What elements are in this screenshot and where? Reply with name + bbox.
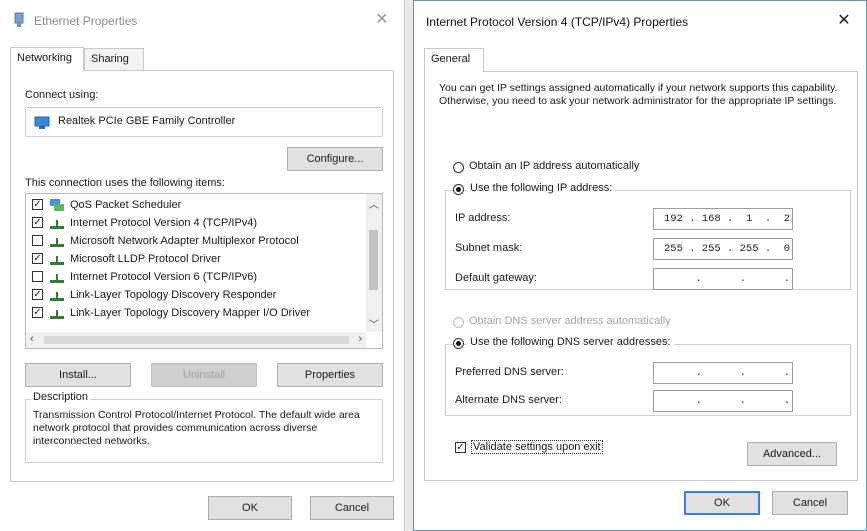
ok-button[interactable]: OK <box>208 496 292 520</box>
ip-address-input[interactable]: 192 . 168 . 1 . 2 <box>653 208 793 230</box>
item-checkbox[interactable]: ✓ <box>32 307 43 318</box>
item-checkbox[interactable] <box>32 271 43 282</box>
chevron-left-icon[interactable]: ‹ <box>30 333 34 345</box>
item-checkbox[interactable]: ✓ <box>32 289 43 300</box>
use-following-ip-label[interactable]: Use the following IP address: <box>467 182 616 194</box>
chevron-up-icon[interactable]: ︿ <box>369 196 379 211</box>
network-scheduler-icon <box>50 199 64 211</box>
alternate-dns-input[interactable]: . . . <box>653 390 793 412</box>
obtain-ip-auto-radio[interactable] <box>453 162 464 173</box>
description-text: Transmission Control Protocol/Internet P… <box>33 409 360 447</box>
ip-address-label: IP address: <box>455 212 511 224</box>
general-tab-panel: You can get IP settings assigned automat… <box>424 71 858 481</box>
validate-label[interactable]: Validate settings upon exit <box>471 440 603 454</box>
dialog-title: Ethernet Properties <box>34 14 138 28</box>
networking-tab-panel: Connect using: Realtek PCIe GBE Family C… <box>10 70 394 482</box>
vertical-scrollbar[interactable]: ︿ ﹀ <box>366 194 382 332</box>
item-checkbox[interactable]: ✓ <box>32 199 43 210</box>
configure-button[interactable]: Configure... <box>287 147 383 171</box>
item-checkbox[interactable]: ✓ <box>32 253 43 264</box>
ethernet-properties-dialog: Ethernet Properties ✕ Networking Sharing… <box>0 0 405 531</box>
item-label: Microsoft Network Adapter Multiplexor Pr… <box>70 235 299 247</box>
validate-checkbox[interactable]: ✓ <box>455 442 466 453</box>
adapter-box: Realtek PCIe GBE Family Controller <box>25 107 383 137</box>
tab-sharing[interactable]: Sharing <box>84 48 144 70</box>
use-following-dns-radio[interactable] <box>453 338 464 349</box>
description-title: Description <box>31 391 91 403</box>
item-label: QoS Packet Scheduler <box>70 199 182 211</box>
preferred-dns-label: Preferred DNS server: <box>455 366 564 378</box>
network-protocol-icon <box>50 220 64 229</box>
alternate-dns-label: Alternate DNS server: <box>455 394 562 406</box>
default-gateway-input[interactable]: . . . <box>653 268 793 290</box>
tab-general[interactable]: General <box>424 48 484 72</box>
close-icon[interactable]: ✕ <box>832 9 856 33</box>
list-item[interactable]: ✓ Link-Layer Topology Discovery Mapper I… <box>32 304 367 322</box>
use-following-dns-label[interactable]: Use the following DNS server addresses: <box>467 336 674 348</box>
cancel-button[interactable]: Cancel <box>310 496 394 520</box>
tab-strip: Networking Sharing <box>10 47 210 71</box>
dialog-title: Internet Protocol Version 4 (TCP/IPv4) P… <box>426 15 689 29</box>
properties-button[interactable]: Properties <box>277 363 383 387</box>
ethernet-properties-titlebar[interactable]: Ethernet Properties ✕ <box>0 0 404 40</box>
uninstall-button[interactable]: Uninstall <box>151 363 257 387</box>
advanced-button[interactable]: Advanced... <box>747 442 837 466</box>
items-label: This connection uses the following items… <box>25 177 225 189</box>
adapter-name: Realtek PCIe GBE Family Controller <box>58 115 236 127</box>
network-protocol-icon <box>50 238 64 247</box>
network-adapter-icon <box>14 12 24 27</box>
use-following-ip-radio[interactable] <box>453 184 464 195</box>
network-protocol-icon <box>50 292 64 301</box>
preferred-dns-input[interactable]: . . . <box>653 362 793 384</box>
items-list: ✓ QoS Packet Scheduler ✓ Internet Protoc… <box>25 193 383 349</box>
item-label: Link-Layer Topology Discovery Mapper I/O… <box>70 307 311 319</box>
scrollbar-thumb[interactable] <box>369 230 378 290</box>
tab-networking[interactable]: Networking <box>10 47 84 71</box>
network-protocol-icon <box>50 256 64 265</box>
item-label: Internet Protocol Version 6 (TCP/IPv6) <box>70 271 258 283</box>
subnet-mask-input[interactable]: 255 . 255 . 255 . 0 <box>653 238 793 260</box>
ok-button[interactable]: OK <box>684 491 760 515</box>
network-adapter-icon <box>34 116 50 129</box>
horizontal-scrollbar[interactable]: ‹ › <box>26 332 366 348</box>
item-checkbox[interactable] <box>32 235 43 246</box>
list-item[interactable]: ✓ Microsoft LLDP Protocol Driver <box>32 250 367 268</box>
cancel-button[interactable]: Cancel <box>772 491 848 515</box>
connect-using-label: Connect using: <box>25 89 99 101</box>
obtain-ip-auto-label[interactable]: Obtain an IP address automatically <box>469 160 639 172</box>
ipv4-properties-dialog: Internet Protocol Version 4 (TCP/IPv4) P… <box>413 0 867 531</box>
ipv4-properties-titlebar[interactable]: Internet Protocol Version 4 (TCP/IPv4) P… <box>414 1 866 41</box>
list-item[interactable]: ✓ QoS Packet Scheduler <box>32 196 367 214</box>
close-icon[interactable]: ✕ <box>370 8 394 32</box>
install-button[interactable]: Install... <box>25 363 131 387</box>
item-label: Microsoft LLDP Protocol Driver <box>70 253 221 265</box>
obtain-dns-auto-label[interactable]: Obtain DNS server address automatically <box>469 315 671 327</box>
item-label: Internet Protocol Version 4 (TCP/IPv4) <box>70 217 258 229</box>
scrollbar-thumb[interactable] <box>44 336 349 344</box>
item-label: Link-Layer Topology Discovery Responder <box>70 289 277 301</box>
subnet-mask-label: Subnet mask: <box>455 242 523 254</box>
list-item[interactable]: Internet Protocol Version 6 (TCP/IPv6) <box>32 268 367 286</box>
default-gateway-label: Default gateway: <box>455 272 537 284</box>
network-protocol-icon <box>50 274 64 283</box>
list-item[interactable]: ✓ Link-Layer Topology Discovery Responde… <box>32 286 367 304</box>
tab-strip: General <box>424 48 524 72</box>
chevron-right-icon[interactable]: › <box>358 333 362 345</box>
intro-text: You can get IP settings assigned automat… <box>439 82 838 107</box>
obtain-dns-auto-radio[interactable] <box>453 317 464 328</box>
list-item[interactable]: ✓ Internet Protocol Version 4 (TCP/IPv4) <box>32 214 367 232</box>
list-item[interactable]: Microsoft Network Adapter Multiplexor Pr… <box>32 232 367 250</box>
chevron-down-icon[interactable]: ﹀ <box>369 316 379 331</box>
network-protocol-icon <box>50 310 64 319</box>
item-checkbox[interactable]: ✓ <box>32 217 43 228</box>
